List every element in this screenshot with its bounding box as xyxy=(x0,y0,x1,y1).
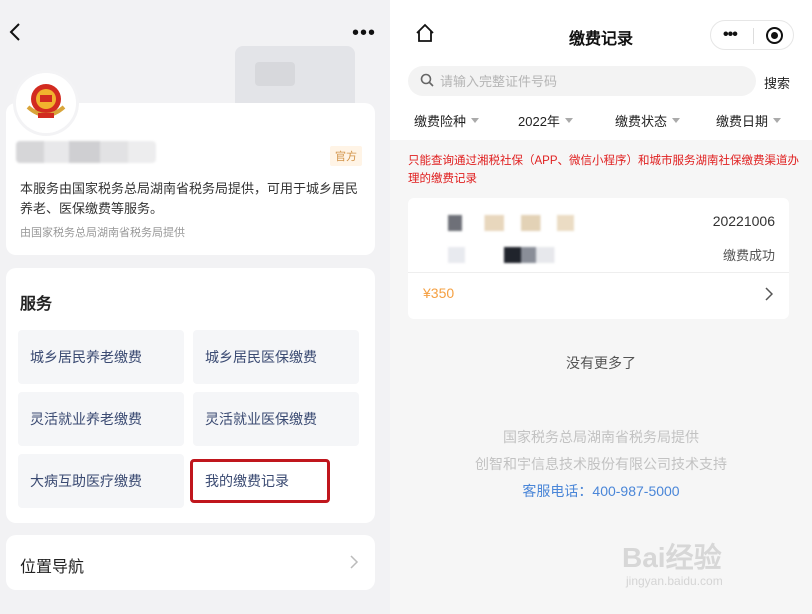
record-divider xyxy=(408,272,789,273)
record-name-redacted xyxy=(448,215,588,231)
header-decoration-inner xyxy=(255,62,295,86)
filter-label: 缴费险种 xyxy=(414,114,467,129)
filter-payment-status[interactable]: 缴费状态 xyxy=(615,111,681,130)
chevron-right-icon xyxy=(765,287,773,301)
footer-tech-support: 创智和宇信息技术股份有限公司技术支持 xyxy=(475,456,727,472)
services-title: 服务 xyxy=(20,296,53,313)
service-description: 本服务由国家税务总局湖南省税务局提供，可用于城乡居民养老、医保缴费等服务。 xyxy=(20,181,359,216)
filter-label: 2022年 xyxy=(518,114,560,129)
customer-service-hotline[interactable]: 客服电话：400-987-5000 xyxy=(390,481,812,501)
caret-down-icon xyxy=(672,118,681,123)
footer-provider: 国家税务总局湖南省税务局提供 xyxy=(503,429,699,445)
filter-label: 缴费日期 xyxy=(716,114,769,129)
caret-down-icon xyxy=(471,118,480,123)
account-name-redacted xyxy=(16,141,156,163)
chevron-right-icon xyxy=(350,555,359,569)
search-icon xyxy=(420,73,434,87)
provider-text: 由国家税务总局湖南省税务局提供 xyxy=(20,227,185,239)
payment-record-card[interactable]: 20221006 缴费成功 ¥350 xyxy=(408,198,789,319)
baidu-watermark-url: jingyan.baidu.com xyxy=(626,574,723,588)
rural-pension-payment-button[interactable]: 城乡居民养老缴费 xyxy=(18,330,184,384)
record-status: 缴费成功 xyxy=(722,248,775,263)
services-card: 服务 城乡居民养老缴费 城乡居民医保缴费 灵活就业养老缴费 灵活就业医保缴费 大… xyxy=(6,268,375,523)
capsule-more-icon[interactable]: ••• xyxy=(723,26,738,44)
filter-year[interactable]: 2022年 xyxy=(518,111,573,130)
flexible-pension-payment-button[interactable]: 灵活就业养老缴费 xyxy=(18,392,184,446)
my-payment-records-button[interactable]: 我的缴费记录 xyxy=(190,459,330,503)
search-button[interactable]: 搜索 xyxy=(764,73,790,92)
rural-medical-insurance-payment-button[interactable]: 城乡居民医保缴费 xyxy=(193,330,359,384)
flexible-medical-insurance-payment-button[interactable]: 灵活就业医保缴费 xyxy=(193,392,359,446)
no-more-text: 没有更多了 xyxy=(566,355,636,371)
filter-insurance-type[interactable]: 缴费险种 xyxy=(414,111,480,130)
mini-program-capsule: ••• xyxy=(710,20,794,50)
record-date: 20221006 xyxy=(712,213,775,229)
back-arrow-icon[interactable] xyxy=(8,22,22,42)
capsule-close-icon[interactable] xyxy=(766,27,783,44)
national-emblem-logo xyxy=(16,73,76,133)
caret-down-icon xyxy=(564,118,573,123)
location-nav-label: 位置导航 xyxy=(20,559,85,576)
right-pane: 缴费记录 ••• 搜索 缴费险种 2022年 缴费状态 缴费日期 只能查询通过湘… xyxy=(390,0,812,614)
filter-payment-date[interactable]: 缴费日期 xyxy=(716,111,782,130)
id-number-search-input[interactable] xyxy=(408,66,756,96)
baidu-watermark: Bai经验 xyxy=(622,542,722,573)
location-nav-row[interactable]: 位置导航 xyxy=(6,535,375,590)
official-badge: 官方 xyxy=(330,146,362,166)
filter-label: 缴费状态 xyxy=(615,114,668,129)
capsule-separator xyxy=(753,28,754,44)
critical-illness-payment-button[interactable]: 大病互助医疗缴费 xyxy=(18,454,184,508)
record-id-redacted xyxy=(448,247,588,263)
caret-down-icon xyxy=(773,118,782,123)
query-notice: 只能查询通过湘税社保（APP、微信小程序）和城市服务湖南社保缴费渠道办理的缴费记… xyxy=(408,155,800,185)
record-amount: ¥350 xyxy=(423,285,455,301)
left-pane: ••• 官方 本服务由国家税务总局湖南省税务局提供，可用于城乡居民养老、医保缴费… xyxy=(0,0,390,614)
more-icon[interactable]: ••• xyxy=(352,23,376,43)
